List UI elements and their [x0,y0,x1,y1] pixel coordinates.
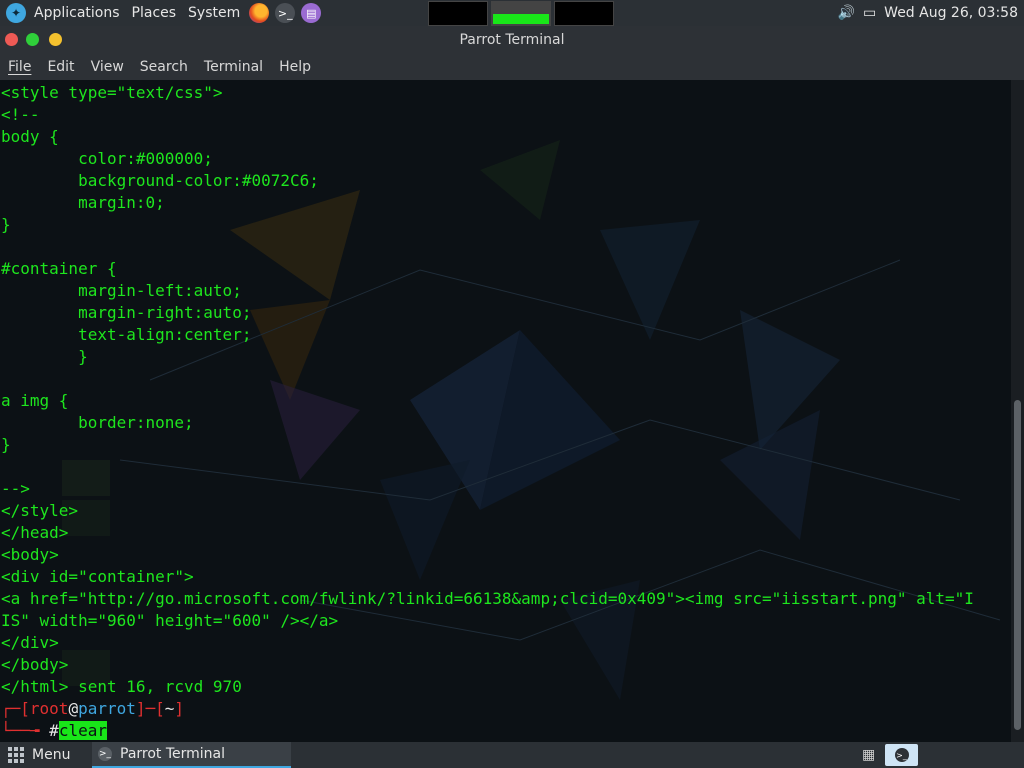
terminal-scrollbar[interactable] [1011,80,1024,742]
terminal-line: <body> [1,545,59,564]
terminal-line: color:#000000; [1,149,213,168]
display-icon[interactable]: ▭ [863,5,876,21]
prompt-bracket: ┌─[ [1,699,30,718]
prompt-header: ┌─[root@parrot]─[~] [1,698,184,720]
menu-edit[interactable]: Edit [39,59,82,75]
applications-menu[interactable]: Applications [28,0,126,26]
terminal-line: margin-right:auto; [1,303,252,322]
terminal-line: <!-- [1,105,40,124]
terminal-icon: >_ [98,747,112,761]
terminal-line: text-align:center; [1,325,252,344]
prompt-bracket: ] [174,699,185,718]
terminal-line: body { [1,127,59,146]
workspace-switcher [428,1,614,26]
terminal-icon: >_ [894,748,909,762]
terminal-line: background-color:#0072C6; [1,171,319,190]
terminal-line: border:none; [1,413,194,432]
prompt-command-line[interactable]: └──╼ #clear [1,720,107,742]
top-panel: ✦ Applications Places System >_ ▤ 🔊 ▭ We… [0,0,1024,26]
prompt-user: root [29,699,69,718]
prompt-corner: └──╼ [1,721,50,740]
terminal-output[interactable]: <style type="text/css"> <!-- body { colo… [0,80,1011,742]
menu-file[interactable]: File [0,59,39,75]
terminal-line: } [1,215,11,234]
clock[interactable]: Wed Aug 26, 03:58 [884,5,1018,21]
parrot-logo-icon[interactable]: ✦ [6,3,26,23]
terminal-line: </style> [1,501,79,520]
network-icon[interactable]: ▦ [862,747,880,763]
firefox-launcher-icon[interactable] [249,3,270,23]
menu-help[interactable]: Help [271,59,319,75]
menu-terminal[interactable]: Terminal [196,59,271,75]
terminal-line: </div> [1,633,59,652]
terminal-line: </html> sent 16, rcvd 970 [1,677,242,696]
prompt-dir: ~ [164,699,175,718]
terminal-line: #container { [1,259,117,278]
menu-label: Menu [32,747,71,763]
terminal-line: a img { [1,391,69,410]
prompt-host: parrot [78,699,136,718]
prompt-at: @ [68,699,79,718]
system-menu[interactable]: System [182,0,246,26]
terminal-line: <style type="text/css"> [1,83,223,102]
prompt-symbol: # [49,721,59,740]
scrollbar-thumb[interactable] [1014,400,1021,730]
window-titlebar[interactable]: Parrot Terminal [0,26,1024,54]
menu-search[interactable]: Search [132,59,196,75]
terminal-launcher-icon[interactable]: >_ [275,3,296,23]
terminal-line: IS" width="960" height="600" /></a> [1,611,339,630]
taskbar-item-label: Parrot Terminal [120,746,226,762]
bottom-panel: Menu >_ Parrot Terminal ▦ >_ [0,742,1024,768]
terminal-line: margin-left:auto; [1,281,242,300]
menu-view[interactable]: View [83,59,132,75]
terminal-line: } [1,347,88,366]
terminal-line: <a href="http://go.microsoft.com/fwlink/… [1,589,974,608]
terminal-text: <style type="text/css"> <!-- body { colo… [1,82,974,698]
terminal-line: margin:0; [1,193,165,212]
workspace-2[interactable] [491,1,551,26]
menubar: File Edit View Search Terminal Help [0,54,1024,80]
terminal-line: </head> [1,523,69,542]
workspace-3[interactable] [554,1,614,26]
grid-menu-icon [8,747,24,763]
tray-terminal-button[interactable]: >_ [885,744,918,766]
window-title: Parrot Terminal [459,32,565,48]
menu-button[interactable]: Menu [8,742,70,768]
terminal-line: --> [1,479,30,498]
prompt-bracket: ]─[ [135,699,165,718]
terminal-line: <div id="container"> [1,567,194,586]
terminal-line: </body> [1,655,69,674]
workspace-1[interactable] [428,1,488,26]
taskbar-item-terminal[interactable]: >_ Parrot Terminal [92,742,291,768]
volume-icon[interactable]: 🔊 [838,5,855,21]
command-input[interactable]: clear [58,721,107,740]
terminal-line: } [1,435,11,454]
places-menu[interactable]: Places [126,0,183,26]
text-editor-launcher-icon[interactable]: ▤ [301,3,322,23]
